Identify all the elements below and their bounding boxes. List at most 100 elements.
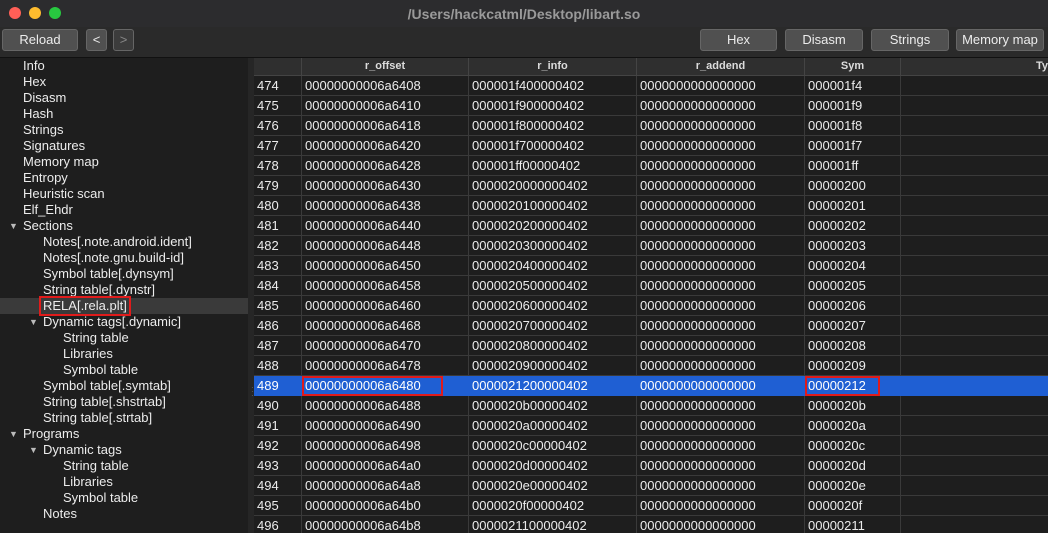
r-offset-cell[interactable]: 00000000006a64b8 — [302, 516, 469, 533]
type-header[interactable]: Ty — [901, 58, 1048, 75]
table-row[interactable]: 480 00000000006a6438 0000020100000402 00000… — [254, 196, 1048, 216]
row-index[interactable]: 483 — [254, 256, 302, 276]
table-row[interactable]: 481 00000000006a6440 0000020200000402 00000… — [254, 216, 1048, 236]
r-offset-cell[interactable]: 00000000006a6480 — [302, 376, 469, 396]
index-header[interactable] — [254, 58, 302, 75]
row-index[interactable]: 478 — [254, 156, 302, 176]
row-index[interactable]: 475 — [254, 96, 302, 116]
table-row[interactable]: 491 00000000006a6490 0000020a00000402 00000… — [254, 416, 1048, 436]
disasm-button[interactable]: Disasm — [785, 29, 863, 51]
row-index[interactable]: 495 — [254, 496, 302, 516]
r-addend-cell[interactable]: 0000000000000000 — [637, 376, 805, 396]
r-offset-cell[interactable]: 00000000006a6498 — [302, 436, 469, 456]
r-addend-cell[interactable]: 0000000000000000 — [637, 116, 805, 136]
row-index[interactable]: 493 — [254, 456, 302, 476]
type-cell[interactable] — [901, 476, 1048, 496]
sym-cell[interactable]: 00000207 — [805, 316, 901, 336]
r-offset-cell[interactable]: 00000000006a64b0 — [302, 496, 469, 516]
table-row[interactable]: 493 00000000006a64a0 0000020d00000402 00000… — [254, 456, 1048, 476]
r-info-cell[interactable]: 0000020a00000402 — [469, 416, 637, 436]
table-row[interactable]: 489 00000000006a6480 0000021200000402 00000… — [254, 376, 1048, 396]
r-addend-cell[interactable]: 0000000000000000 — [637, 196, 805, 216]
row-index[interactable]: 474 — [254, 76, 302, 96]
r-info-cell[interactable]: 0000020000000402 — [469, 176, 637, 196]
sym-cell[interactable]: 0000020b — [805, 396, 901, 416]
sym-cell[interactable]: 00000209 — [805, 356, 901, 376]
r-addend-cell[interactable]: 0000000000000000 — [637, 516, 805, 533]
type-cell[interactable] — [901, 396, 1048, 416]
r-offset-cell[interactable]: 00000000006a6430 — [302, 176, 469, 196]
row-index[interactable]: 491 — [254, 416, 302, 436]
r-addend-cell[interactable]: 0000000000000000 — [637, 316, 805, 336]
r-info-cell[interactable]: 000001f400000402 — [469, 76, 637, 96]
type-cell[interactable] — [901, 516, 1048, 533]
r-info-cell[interactable]: 0000021100000402 — [469, 516, 637, 533]
forward-button[interactable]: > — [113, 29, 134, 51]
strings-button[interactable]: Strings — [871, 29, 949, 51]
type-cell[interactable] — [901, 416, 1048, 436]
r-info-cell[interactable]: 000001f900000402 — [469, 96, 637, 116]
r-addend-cell[interactable]: 0000000000000000 — [637, 356, 805, 376]
table-row[interactable]: 475 00000000006a6410 000001f900000402 00000… — [254, 96, 1048, 116]
r-addend-cell[interactable]: 0000000000000000 — [637, 256, 805, 276]
sidebar-item[interactable]: String table — [0, 458, 248, 474]
table-row[interactable]: 477 00000000006a6420 000001f700000402 00000… — [254, 136, 1048, 156]
r-offset-cell[interactable]: 00000000006a64a8 — [302, 476, 469, 496]
r-addend-cell[interactable]: 0000000000000000 — [637, 496, 805, 516]
r-addend-cell[interactable]: 0000000000000000 — [637, 236, 805, 256]
r-offset-cell[interactable]: 00000000006a6418 — [302, 116, 469, 136]
sidebar-item[interactable]: Symbol table — [0, 490, 248, 506]
r-info-cell[interactable]: 0000020600000402 — [469, 296, 637, 316]
expand-arrow-icon[interactable]: ▼ — [9, 426, 18, 442]
r-offset-cell[interactable]: 00000000006a6408 — [302, 76, 469, 96]
sym-cell[interactable]: 00000201 — [805, 196, 901, 216]
sidebar-item[interactable]: Libraries — [0, 474, 248, 490]
r-info-cell[interactable]: 0000020800000402 — [469, 336, 637, 356]
r-addend-cell[interactable]: 0000000000000000 — [637, 136, 805, 156]
hex-button[interactable]: Hex — [700, 29, 777, 51]
r-offset-cell[interactable]: 00000000006a64a0 — [302, 456, 469, 476]
type-cell[interactable] — [901, 356, 1048, 376]
sym-cell[interactable]: 000001f4 — [805, 76, 901, 96]
row-index[interactable]: 482 — [254, 236, 302, 256]
sym-cell[interactable]: 00000203 — [805, 236, 901, 256]
row-index[interactable]: 490 — [254, 396, 302, 416]
row-index[interactable]: 481 — [254, 216, 302, 236]
table-row[interactable]: 483 00000000006a6450 0000020400000402 00000… — [254, 256, 1048, 276]
type-cell[interactable] — [901, 496, 1048, 516]
sym-cell[interactable]: 00000206 — [805, 296, 901, 316]
table-row[interactable]: 494 00000000006a64a8 0000020e00000402 00000… — [254, 476, 1048, 496]
r-addend-header[interactable]: r_addend — [637, 58, 805, 75]
type-cell[interactable] — [901, 256, 1048, 276]
row-index[interactable]: 486 — [254, 316, 302, 336]
r-addend-cell[interactable]: 0000000000000000 — [637, 336, 805, 356]
r-addend-cell[interactable]: 0000000000000000 — [637, 416, 805, 436]
sidebar-item[interactable]: Symbol table[.dynsym] — [0, 266, 248, 282]
sym-cell[interactable]: 00000212 — [805, 376, 901, 396]
r-offset-cell[interactable]: 00000000006a6458 — [302, 276, 469, 296]
type-cell[interactable] — [901, 96, 1048, 116]
r-addend-cell[interactable]: 0000000000000000 — [637, 396, 805, 416]
sym-cell[interactable]: 0000020c — [805, 436, 901, 456]
expand-arrow-icon[interactable]: ▼ — [29, 314, 38, 330]
sym-cell[interactable]: 000001f8 — [805, 116, 901, 136]
sidebar-item[interactable]: String table[.strtab] — [0, 410, 248, 426]
sym-cell[interactable]: 00000208 — [805, 336, 901, 356]
sidebar-item[interactable]: Memory map — [0, 154, 248, 170]
r-offset-cell[interactable]: 00000000006a6460 — [302, 296, 469, 316]
r-info-cell[interactable]: 0000020300000402 — [469, 236, 637, 256]
sidebar-item[interactable]: Notes[.note.gnu.build-id] — [0, 250, 248, 266]
sidebar-item[interactable]: String table[.shstrtab] — [0, 394, 248, 410]
sidebar-item[interactable]: Notes — [0, 506, 248, 522]
type-cell[interactable] — [901, 336, 1048, 356]
r-addend-cell[interactable]: 0000000000000000 — [637, 176, 805, 196]
table-row[interactable]: 484 00000000006a6458 0000020500000402 00000… — [254, 276, 1048, 296]
r-offset-cell[interactable]: 00000000006a6428 — [302, 156, 469, 176]
sidebar-item[interactable]: ▼ Dynamic tags — [0, 442, 248, 458]
row-index[interactable]: 476 — [254, 116, 302, 136]
r-info-header[interactable]: r_info — [469, 58, 637, 75]
sym-cell[interactable]: 00000202 — [805, 216, 901, 236]
type-cell[interactable] — [901, 76, 1048, 96]
sym-cell[interactable]: 00000200 — [805, 176, 901, 196]
r-offset-cell[interactable]: 00000000006a6450 — [302, 256, 469, 276]
